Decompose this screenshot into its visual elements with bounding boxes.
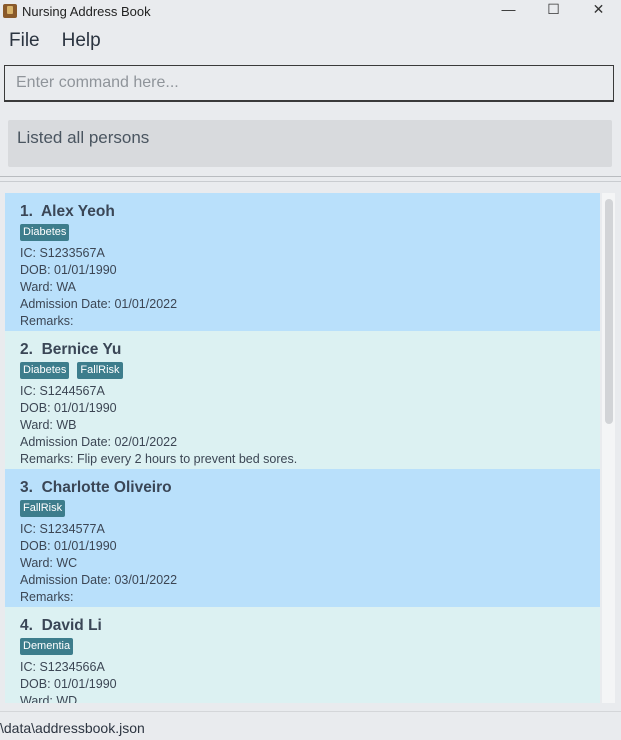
person-name: 4. David Li xyxy=(20,615,600,636)
person-index: 3. xyxy=(20,479,33,496)
person-admission-date: Admission Date: 03/01/2022 xyxy=(20,573,178,587)
person-card[interactable]: 4. David Li Dementia IC: S1234566A DOB: … xyxy=(5,607,600,703)
person-admission-date: Admission Date: 01/01/2022 xyxy=(20,297,178,311)
divider xyxy=(0,176,621,177)
tag: Dementia xyxy=(20,638,74,655)
person-name: 1. Alex Yeoh xyxy=(20,201,600,222)
status-bar: \data\addressbook.json xyxy=(0,711,621,740)
menu-file[interactable]: File xyxy=(9,30,40,52)
minimize-button[interactable]: — xyxy=(486,0,531,18)
window-title: Nursing Address Book xyxy=(22,3,151,19)
result-message: Listed all persons xyxy=(17,128,150,147)
person-ward: Ward: WB xyxy=(20,418,77,432)
menu-bar: File Help xyxy=(0,24,621,58)
window-controls: — ☐ ✕ xyxy=(486,0,621,22)
person-admission-date: Admission Date: 02/01/2022 xyxy=(20,435,178,449)
tag: FallRisk xyxy=(77,362,123,379)
person-name: 2. Bernice Yu xyxy=(20,339,600,360)
tag-list: FallRisk xyxy=(20,500,600,520)
tag: Diabetes xyxy=(20,362,70,379)
list-scrollbar[interactable] xyxy=(602,193,615,703)
person-name-text: Bernice Yu xyxy=(41,341,122,358)
storage-path: \data\addressbook.json xyxy=(0,720,145,736)
person-card[interactable]: 3. Charlotte Oliveiro FallRisk IC: S1234… xyxy=(5,469,600,607)
person-ic: IC: S1233567A xyxy=(20,246,105,260)
person-dob: DOB: 01/01/1990 xyxy=(20,677,117,691)
person-ward: Ward: WD xyxy=(20,694,78,703)
tag-list: Diabetes xyxy=(20,224,600,244)
person-index: 4. xyxy=(20,617,33,634)
result-display: Listed all persons xyxy=(8,120,612,167)
person-ic: IC: S1244567A xyxy=(20,384,105,398)
maximize-button[interactable]: ☐ xyxy=(531,0,576,18)
title-bar: Nursing Address Book — ☐ ✕ xyxy=(0,0,621,22)
person-index: 1. xyxy=(20,203,33,220)
close-button[interactable]: ✕ xyxy=(576,0,621,18)
person-dob: DOB: 01/01/1990 xyxy=(20,263,117,277)
person-ic: IC: S1234566A xyxy=(20,660,105,674)
menu-help[interactable]: Help xyxy=(62,30,101,52)
tag: Diabetes xyxy=(20,224,70,241)
app-icon xyxy=(3,4,17,18)
person-remarks: Remarks: xyxy=(20,590,74,604)
divider xyxy=(0,181,621,182)
person-ic: IC: S1234577A xyxy=(20,522,105,536)
command-input[interactable] xyxy=(5,66,613,100)
person-ward: Ward: WC xyxy=(20,556,78,570)
tag: FallRisk xyxy=(20,500,66,517)
person-ward: Ward: WA xyxy=(20,280,77,294)
tag-list: Diabetes FallRisk xyxy=(20,362,600,382)
person-name-text: David Li xyxy=(41,617,102,634)
person-index: 2. xyxy=(20,341,33,358)
tag-list: Dementia xyxy=(20,638,600,658)
person-dob: DOB: 01/01/1990 xyxy=(20,401,117,415)
person-name-text: Charlotte Oliveiro xyxy=(41,479,172,496)
person-remarks: Remarks: xyxy=(20,314,74,328)
scrollbar-thumb[interactable] xyxy=(605,199,613,424)
person-list[interactable]: 1. Alex Yeoh Diabetes IC: S1233567A DOB:… xyxy=(5,193,600,703)
person-name: 3. Charlotte Oliveiro xyxy=(20,477,600,498)
person-remarks: Remarks: Flip every 2 hours to prevent b… xyxy=(20,452,298,466)
person-name-text: Alex Yeoh xyxy=(40,203,115,220)
person-card[interactable]: 1. Alex Yeoh Diabetes IC: S1233567A DOB:… xyxy=(5,193,600,331)
command-box xyxy=(4,65,614,102)
person-card[interactable]: 2. Bernice Yu Diabetes FallRisk IC: S124… xyxy=(5,331,600,469)
person-dob: DOB: 01/01/1990 xyxy=(20,539,117,553)
